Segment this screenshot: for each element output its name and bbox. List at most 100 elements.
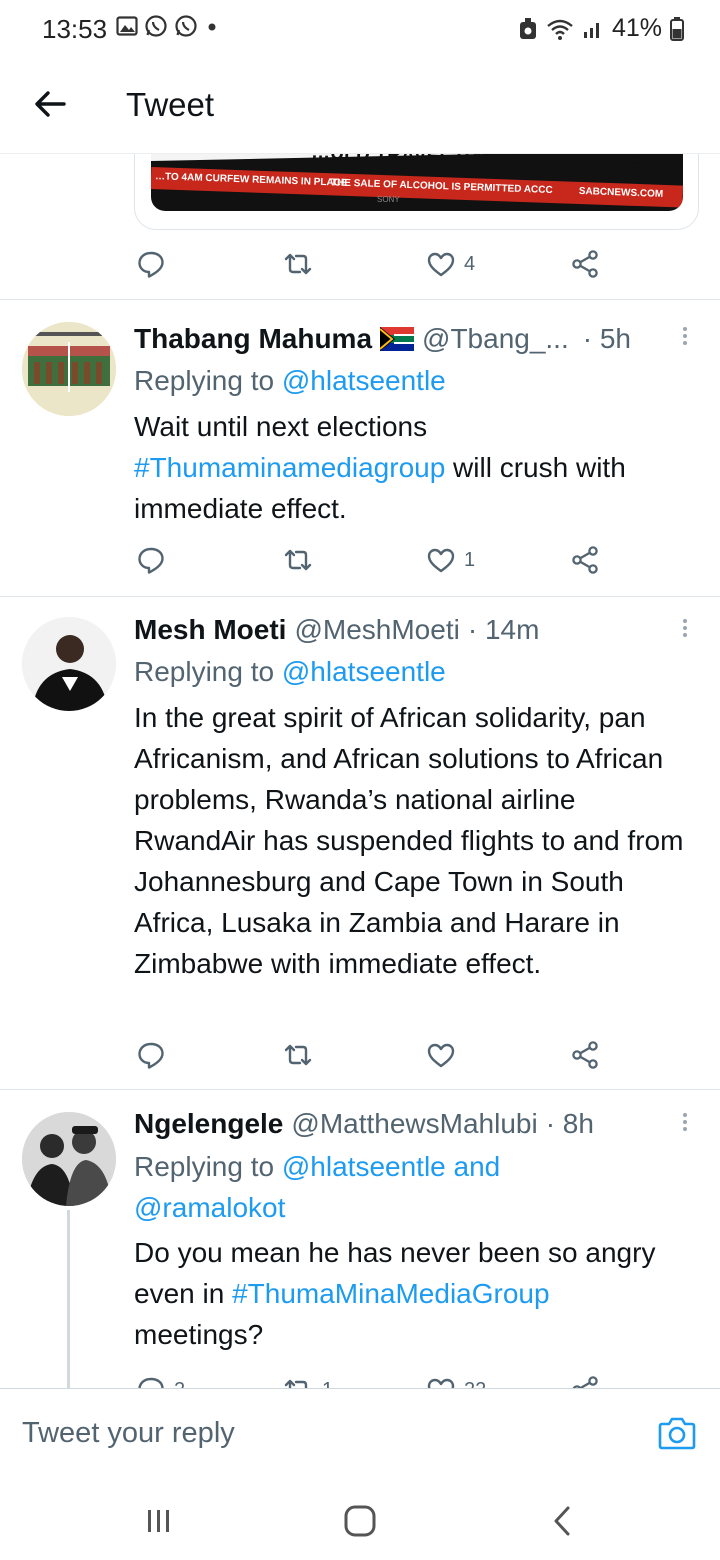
status-time: 13:53 — [42, 14, 108, 44]
wifi-icon — [547, 19, 573, 40]
retweet-button[interactable] — [282, 1035, 314, 1075]
tweet-header: Mesh Moeti @MeshMoeti · 14m — [134, 610, 539, 650]
replying-to: Replying to @hlatseentle and @ramalokot — [134, 1151, 501, 1223]
share-icon — [572, 546, 598, 574]
tweet-text: In the great spirit of African solidarit… — [134, 702, 684, 979]
tweet-actions: 2 1 22 — [134, 1370, 614, 1388]
share-button[interactable] — [570, 244, 600, 284]
recent-apps-icon[interactable] — [144, 1506, 174, 1536]
timestamp: · 8h — [545, 1108, 594, 1139]
tweet-header: Ngelengele @MatthewsMahlubi · 8h — [134, 1104, 594, 1144]
reply-icon — [138, 1042, 164, 1069]
signal-icon — [583, 22, 599, 38]
tweet-actions: 1 — [134, 540, 614, 580]
reply-button[interactable] — [136, 540, 166, 580]
retweet-icon — [284, 1379, 308, 1388]
notification-icons — [116, 14, 220, 38]
replying-to: Replying to @hlatseentle — [134, 365, 446, 396]
home-icon[interactable] — [343, 1504, 377, 1538]
retweet-button[interactable] — [282, 244, 314, 284]
handle[interactable]: @Tbang_... — [422, 323, 569, 355]
tweet-text: Do you mean he has never been so angry e… — [134, 1237, 656, 1350]
retweet-icon — [284, 1044, 312, 1066]
like-icon — [427, 1378, 455, 1388]
like-icon — [427, 252, 455, 277]
reply-count: 2 — [174, 1379, 185, 1389]
like-icon — [427, 1043, 455, 1068]
avatar[interactable] — [22, 617, 116, 711]
tv-brand: SONY — [377, 195, 400, 204]
app-bar: Tweet — [0, 58, 720, 154]
handle[interactable]: @MeshMoeti — [294, 614, 459, 646]
mention-link[interactable]: @hlatseentle — [282, 365, 446, 396]
reply-tweet[interactable]: Ngelengele @MatthewsMahlubi · 8h Replyin… — [0, 1090, 720, 1388]
page-title: Tweet — [126, 86, 215, 123]
reply-tweet[interactable]: Thabang Mahuma @Tbang_... · 5h Replying … — [0, 300, 720, 596]
retweet-icon — [284, 549, 312, 571]
tweet-actions: 4 — [134, 244, 614, 284]
share-button[interactable] — [570, 1035, 600, 1075]
share-icon — [572, 250, 598, 278]
timestamp: · 14m — [467, 614, 540, 645]
like-button[interactable] — [426, 1035, 456, 1075]
battery-percent: 41% — [611, 14, 662, 42]
reply-button[interactable]: 2 — [136, 1370, 185, 1388]
retweet-button[interactable]: 1 — [282, 1370, 333, 1388]
camera-icon[interactable] — [658, 1415, 696, 1451]
battery-icon — [670, 16, 684, 41]
timestamp: · 5h — [582, 323, 631, 354]
like-count: 1 — [464, 548, 476, 571]
ticker-mid: THE SALE OF ALCOHOL IS PERMITTED ACCC — [330, 177, 553, 197]
reply-icon — [138, 1377, 164, 1388]
back-icon[interactable] — [548, 1504, 578, 1538]
reply-composer[interactable]: Tweet your reply — [0, 1388, 720, 1484]
display-name[interactable]: Mesh Moeti — [134, 614, 286, 646]
hashtag-link[interactable]: #ThumaMinaMediaGroup — [232, 1278, 550, 1309]
like-button[interactable]: 22 — [426, 1370, 486, 1388]
mention-link[interactable]: @hlatseentle — [282, 656, 446, 687]
ticker-right: SABCNEWS.COM — [578, 185, 664, 200]
mention-link[interactable]: @hlatseentle and — [282, 1151, 500, 1182]
south-africa-flag-icon — [380, 327, 415, 351]
status-right: 41% — [518, 14, 684, 43]
hashtag-link[interactable]: #Thumaminamediagroup — [134, 452, 445, 483]
avatar[interactable] — [22, 322, 116, 416]
dot-icon — [208, 23, 216, 31]
ticker-left: …TO 4AM CURFEW REMAINS IN PLACE — [154, 171, 348, 189]
like-icon — [427, 548, 455, 573]
avatar[interactable] — [22, 1112, 116, 1206]
tweet-actions — [134, 1035, 614, 1075]
like-count: 22 — [464, 1379, 486, 1389]
reply-icon — [138, 547, 164, 574]
reply-icon — [138, 251, 164, 278]
status-bar: 13:53 41% — [0, 0, 720, 58]
tweet-text: Wait until next elections #Thumaminamedia… — [134, 411, 626, 524]
share-button[interactable] — [570, 540, 600, 580]
reply-input[interactable]: Tweet your reply — [22, 1417, 235, 1450]
gallery-icon — [116, 16, 138, 36]
like-count: 4 — [464, 252, 476, 275]
replying-to: Replying to @hlatseentle — [134, 656, 446, 687]
handle[interactable]: @MatthewsMahlubi — [291, 1108, 537, 1140]
retweet-button[interactable] — [282, 540, 314, 580]
tweet-header: Thabang Mahuma @Tbang_... · 5h — [134, 319, 631, 359]
thread-line — [67, 1210, 70, 1388]
more-options-icon[interactable] — [680, 616, 690, 646]
share-icon — [572, 1041, 598, 1069]
retweet-icon — [284, 253, 312, 275]
display-name[interactable]: Thabang Mahuma — [134, 323, 372, 355]
like-button[interactable]: 1 — [426, 540, 475, 580]
whatsapp-icon — [175, 15, 197, 37]
more-options-icon[interactable] — [680, 1110, 690, 1140]
share-button[interactable] — [570, 1370, 600, 1388]
display-name[interactable]: Ngelengele — [134, 1108, 283, 1140]
mention-link[interactable]: @ramalokot — [134, 1192, 285, 1223]
reply-button[interactable] — [136, 1035, 166, 1075]
reply-button[interactable] — [136, 244, 166, 284]
system-nav-bar — [0, 1484, 720, 1560]
like-button[interactable]: 4 — [426, 244, 475, 284]
back-arrow-icon[interactable] — [30, 84, 70, 124]
alarm-icon — [519, 17, 536, 39]
reply-tweet[interactable]: Mesh Moeti @MeshMoeti · 14m Replying to … — [0, 597, 720, 1089]
more-options-icon[interactable] — [680, 324, 690, 354]
